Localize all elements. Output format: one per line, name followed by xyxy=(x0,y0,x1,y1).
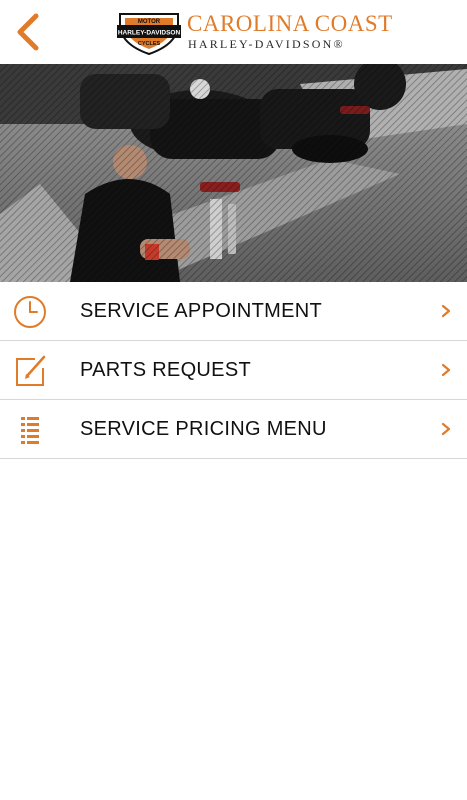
shield-top-text: MOTOR xyxy=(138,19,161,25)
list-icon xyxy=(21,417,39,444)
menu-item-service-pricing-menu[interactable]: SERVICE PRICING MENU xyxy=(0,400,467,459)
bar-and-shield-logo: MOTOR HARLEY-DAVIDSON CYCLES xyxy=(117,13,181,56)
back-button[interactable] xyxy=(10,12,46,52)
dealer-logo: MOTOR HARLEY-DAVIDSON CYCLES CAROLINA CO… xyxy=(116,10,416,56)
brand-name: CAROLINA COAST xyxy=(187,11,393,36)
edit-icon xyxy=(16,355,46,386)
menu-item-label: SERVICE APPOINTMENT xyxy=(80,300,323,322)
shield-middle-text: HARLEY-DAVIDSON xyxy=(118,30,181,37)
chevron-left-icon xyxy=(17,13,39,51)
chevron-right-icon xyxy=(441,304,451,318)
brand-subtitle: HARLEY-DAVIDSON® xyxy=(188,37,345,51)
service-menu: SERVICE APPOINTMENT PARTS REQUEST SERVIC… xyxy=(0,282,467,459)
hero-image xyxy=(0,64,467,282)
app-header: MOTOR HARLEY-DAVIDSON CYCLES CAROLINA CO… xyxy=(0,0,467,64)
chevron-right-icon xyxy=(441,363,451,377)
menu-item-label: PARTS REQUEST xyxy=(80,359,251,381)
shield-bottom-text: CYCLES xyxy=(138,41,161,47)
clock-icon xyxy=(14,296,46,328)
menu-item-service-appointment[interactable]: SERVICE APPOINTMENT xyxy=(0,282,467,341)
menu-item-parts-request[interactable]: PARTS REQUEST xyxy=(0,341,467,400)
chevron-right-icon xyxy=(441,422,451,436)
menu-item-label: SERVICE PRICING MENU xyxy=(80,418,327,440)
